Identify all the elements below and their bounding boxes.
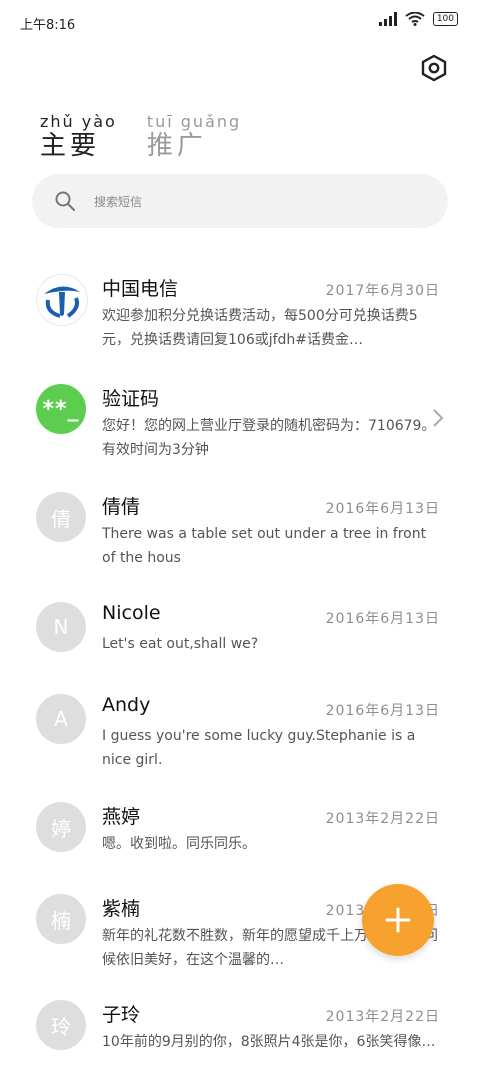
tab-main-pinyin: zhǔ yào [40,112,117,131]
conversation-item[interactable]: 婷 燕婷 2013年2月22日 嗯。收到啦。同乐同乐。 [0,802,480,882]
chevron-right-icon [433,409,444,427]
message-date: 2013年2月22日 [325,1009,440,1025]
status-icons: 100 [378,12,458,26]
message-date: 2013年2月22日 [325,811,440,827]
contact-name: 倩倩 [102,496,141,518]
category-tabs: zhǔ yào 主要 tuī guǎng 推广 [40,112,241,161]
message-preview: I guess you're some lucky guy.Stephanie … [102,728,416,768]
avatar: 楠 [36,894,86,944]
conversation-item[interactable]: A Andy 2016年6月13日 I guess you're some lu… [0,694,480,774]
contact-name: 紫楠 [102,898,141,920]
search-bar[interactable]: 搜索短信 [32,174,448,228]
signal-icon [378,12,397,26]
avatar: 玲 [36,1000,86,1050]
tab-main-label: 主要 [40,131,101,161]
tab-promotion[interactable]: tuī guǎng 推广 [147,112,241,161]
telecom-logo-icon [44,286,80,318]
message-preview: 欢迎参加积分兑换话费活动，每500分可兑换话费5元，兑换话费请回复106或jfd… [102,308,418,348]
avatar-verification: **_ [36,384,86,434]
message-date: 2017年6月30日 [325,283,440,299]
message-preview: 您好！您的网上营业厅登录的随机密码为：710679。有效时间为3分钟 [102,418,436,458]
search-icon [55,191,75,211]
contact-name: 燕婷 [102,806,141,828]
avatar-telecom [36,274,88,326]
plus-icon [385,907,411,933]
wifi-icon [405,12,425,26]
status-bar: 上午8:16 100 [0,0,480,40]
search-placeholder: 搜索短信 [94,194,143,209]
conversation-item[interactable]: 倩 倩倩 2016年6月13日 There was a table set ou… [0,492,480,572]
conversation-item[interactable]: 玲 子玲 2013年2月22日 10年前的9月别的你，8张照片4张是你，6张笑得… [0,1000,480,1080]
tab-promotion-label: 推广 [146,131,207,161]
status-time: 上午8:16 [20,18,76,33]
settings-button[interactable] [418,52,450,84]
conversation-item[interactable]: **_ 验证码 您好！您的网上营业厅登录的随机密码为：710679。有效时间为3… [0,384,480,464]
message-date: 2016年6月13日 [325,501,440,517]
avatar: N [36,602,86,652]
contact-name: 中国电信 [102,278,179,300]
avatar: 倩 [36,492,86,542]
avatar: A [36,694,86,744]
tab-main[interactable]: zhǔ yào 主要 [40,112,117,161]
avatar: 婷 [36,802,86,852]
tab-promotion-pinyin: tuī guǎng [146,112,242,131]
compose-button[interactable] [362,884,434,956]
message-date: 2016年6月13日 [325,611,440,627]
battery-icon: 100 [432,12,458,26]
conversation-item[interactable]: 中国电信 2017年6月30日 欢迎参加积分兑换话费活动，每500分可兑换话费5… [0,274,480,354]
contact-name: 子玲 [102,1004,141,1026]
contact-name: 验证码 [102,388,160,410]
contact-name: Andy [102,694,151,716]
settings-hexagon-icon [421,54,447,82]
contact-name: Nicole [102,602,161,624]
message-date: 2016年6月13日 [325,703,440,719]
message-preview: 嗯。收到啦。同乐同乐。 [102,836,256,852]
message-preview: Let's eat out,shall we? [102,636,259,652]
conversation-item[interactable]: N Nicole 2016年6月13日 Let's eat out,shall … [0,602,480,682]
message-preview: 10年前的9月别的你，8张照片4张是你，6张笑得像… [102,1034,436,1050]
message-preview: There was a table set out under a tree i… [102,526,427,566]
